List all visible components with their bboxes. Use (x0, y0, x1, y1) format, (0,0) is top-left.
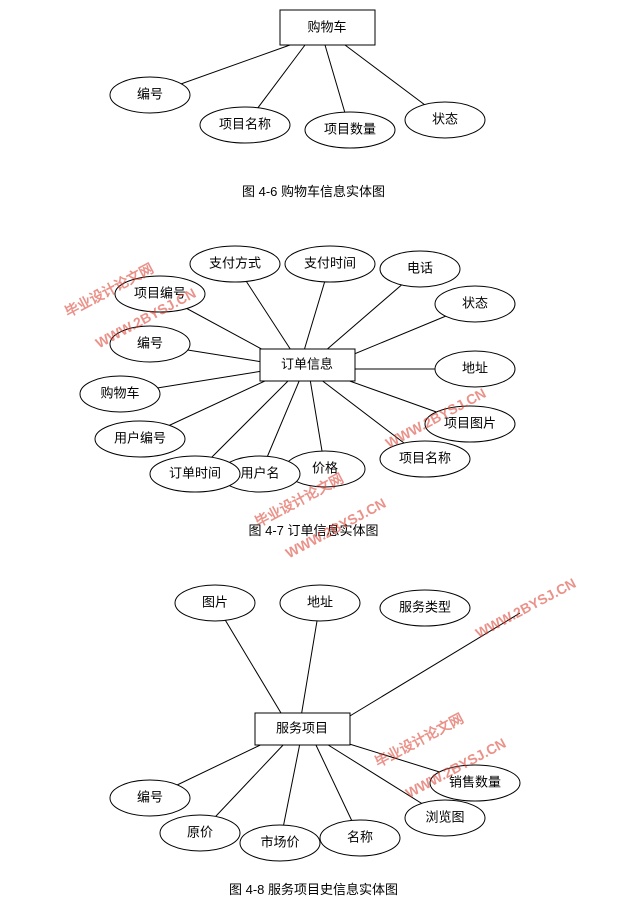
attr-service-image: 图片 (202, 594, 228, 609)
attr-cart-id: 编号 (137, 86, 163, 101)
attr-service-origprice: 原价 (187, 824, 213, 839)
attr-order-paymethod: 支付方式 (209, 255, 261, 270)
attr-order-userid: 用户编号 (114, 430, 166, 445)
attr-service-id: 编号 (137, 789, 163, 804)
caption-service: 图 4-8 服务项目史信息实体图 (0, 879, 627, 898)
attr-order-itemname: 项目名称 (399, 450, 451, 465)
attr-order-itemimg: 项目图片 (444, 415, 496, 430)
attr-order-username: 用户名 (240, 465, 279, 480)
attr-cart-status: 状态 (432, 111, 458, 126)
er-diagram-service: 图片 地址 服务类型 销售数量 浏览图 名称 市场价 原价 编号 服务项目 (0, 553, 627, 873)
entity-service: 服务项目 (276, 720, 328, 735)
attr-order-status: 状态 (462, 295, 488, 310)
entity-cart: 购物车 (307, 19, 346, 34)
caption-cart: 图 4-6 购物车信息实体图 (0, 181, 627, 200)
attr-order-paytime: 支付时间 (304, 255, 356, 270)
attr-order-price: 价格 (312, 460, 338, 475)
attr-order-address: 地址 (462, 360, 488, 375)
attr-service-marketprice: 市场价 (260, 834, 299, 849)
er-diagram-cart: 购物车 编号 项目名称 项目数量 状态 (0, 0, 627, 175)
entity-order: 订单信息 (281, 356, 333, 371)
attr-service-name: 名称 (347, 829, 373, 844)
caption-order: 图 4-7 订单信息实体图 (0, 520, 627, 539)
attr-order-ordertime: 订单时间 (169, 465, 221, 480)
attr-service-sales: 销售数量 (449, 774, 501, 789)
attr-cart-itemname: 项目名称 (219, 116, 271, 131)
attr-service-browse: 浏览图 (425, 809, 464, 824)
attr-service-type: 服务类型 (399, 599, 451, 614)
attr-order-phone: 电话 (407, 260, 433, 275)
attr-order-id: 编号 (137, 335, 163, 350)
er-diagram-order: 支付方式 支付时间 电话 状态 地址 项目图片 项目名称 价格 用户名 订单时间… (0, 214, 627, 514)
attr-order-cart: 购物车 (100, 385, 139, 400)
attr-cart-qty: 项目数量 (324, 121, 376, 136)
attr-service-address: 地址 (307, 594, 333, 609)
attr-order-itemid: 项目编号 (134, 285, 186, 300)
